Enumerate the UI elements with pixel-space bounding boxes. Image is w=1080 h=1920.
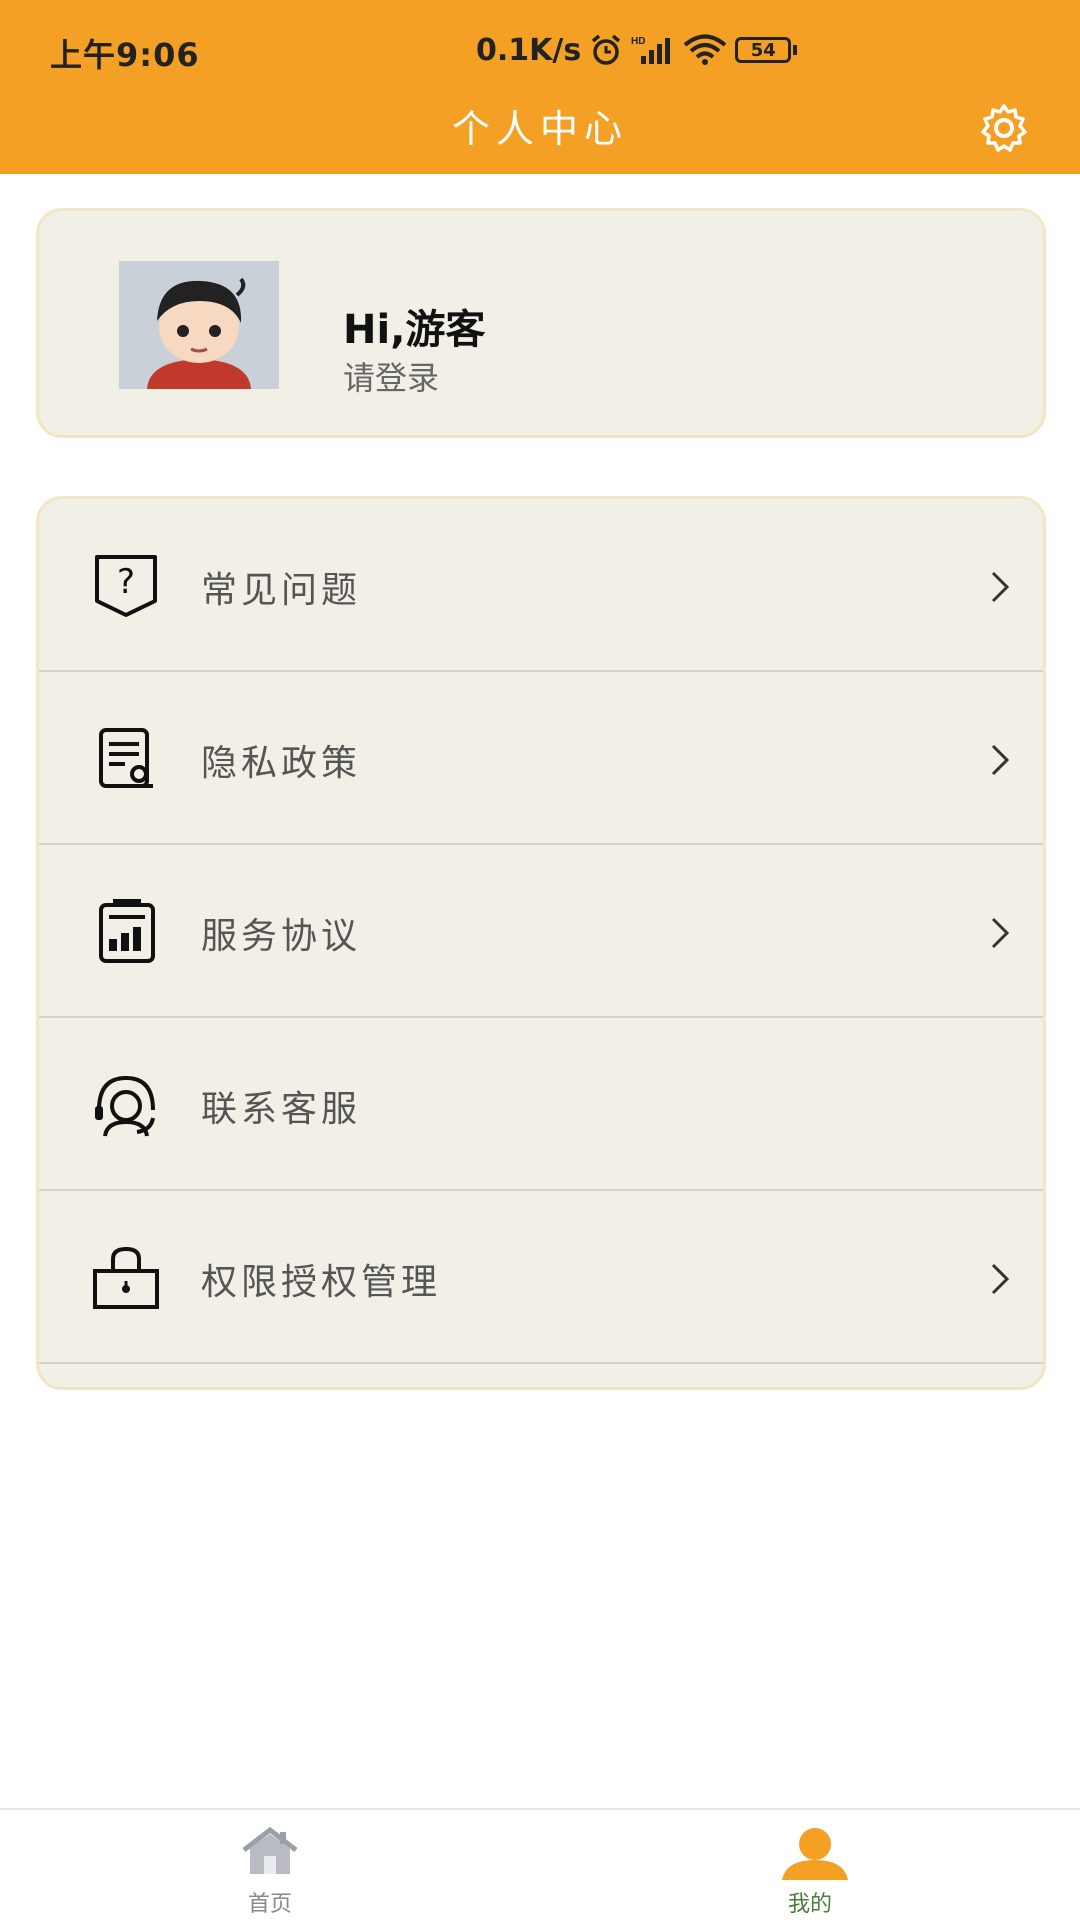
chevron-right-icon bbox=[991, 917, 1010, 949]
menu-item-label: 服务协议 bbox=[201, 916, 362, 957]
bottom-tab-bar: 首页 我的 bbox=[0, 1808, 1080, 1920]
menu-card: ? 常见问题 隐私政策 服务协议 联系客服 权限授权管理 bbox=[36, 496, 1046, 1390]
tab-mine[interactable]: 我的 bbox=[710, 1810, 910, 1920]
network-speed: 0.1K/s bbox=[476, 32, 582, 68]
menu-item-faq[interactable]: ? 常见问题 bbox=[39, 499, 1043, 672]
chevron-right-icon bbox=[991, 744, 1010, 776]
status-time: 上午9:06 bbox=[50, 36, 200, 74]
customer-service-icon bbox=[95, 1075, 155, 1137]
question-shield-icon: ? bbox=[95, 555, 157, 617]
menu-item-privacy[interactable]: 隐私政策 bbox=[39, 672, 1043, 845]
lock-icon bbox=[93, 1246, 159, 1309]
gear-icon[interactable] bbox=[976, 100, 1032, 156]
status-indicators: 0.1K/s HD 54 bbox=[476, 30, 798, 70]
menu-item-label: 隐私政策 bbox=[201, 743, 362, 784]
home-icon bbox=[242, 1826, 298, 1874]
agreement-document-icon bbox=[99, 899, 155, 963]
svg-text:?: ? bbox=[117, 562, 135, 602]
greeting-text: Hi,游客 bbox=[343, 307, 486, 353]
menu-item-label: 联系客服 bbox=[201, 1089, 362, 1130]
chevron-right-icon bbox=[991, 571, 1010, 603]
menu-item-agreement[interactable]: 服务协议 bbox=[39, 845, 1043, 1018]
menu-item-label: 权限授权管理 bbox=[201, 1262, 442, 1303]
battery-level: 54 bbox=[750, 39, 776, 61]
alarm-icon bbox=[592, 34, 621, 65]
tab-home[interactable]: 首页 bbox=[170, 1810, 370, 1920]
tab-label: 我的 bbox=[787, 1892, 832, 1917]
avatar[interactable] bbox=[119, 261, 279, 389]
battery-icon: 54 bbox=[735, 37, 798, 63]
tab-label: 首页 bbox=[247, 1892, 292, 1917]
user-icon bbox=[782, 1828, 848, 1880]
wifi-icon bbox=[683, 34, 727, 65]
hd-signal-icon: HD bbox=[631, 36, 671, 64]
menu-item-label: 常见问题 bbox=[201, 570, 362, 611]
app-header: 上午9:06 0.1K/s HD 54 个人中心 bbox=[0, 0, 1080, 174]
svg-text:HD: HD bbox=[631, 36, 645, 47]
page-title: 个人中心 bbox=[451, 107, 628, 151]
profile-card[interactable]: Hi,游客 请登录 bbox=[36, 208, 1046, 438]
login-prompt[interactable]: 请登录 bbox=[343, 353, 439, 399]
status-bar: 上午9:06 0.1K/s HD 54 bbox=[0, 0, 1080, 100]
chevron-right-icon bbox=[991, 1263, 1010, 1295]
privacy-document-icon bbox=[99, 728, 153, 788]
menu-item-permissions[interactable]: 权限授权管理 bbox=[39, 1191, 1043, 1364]
menu-item-customer-service[interactable]: 联系客服 bbox=[39, 1018, 1043, 1191]
